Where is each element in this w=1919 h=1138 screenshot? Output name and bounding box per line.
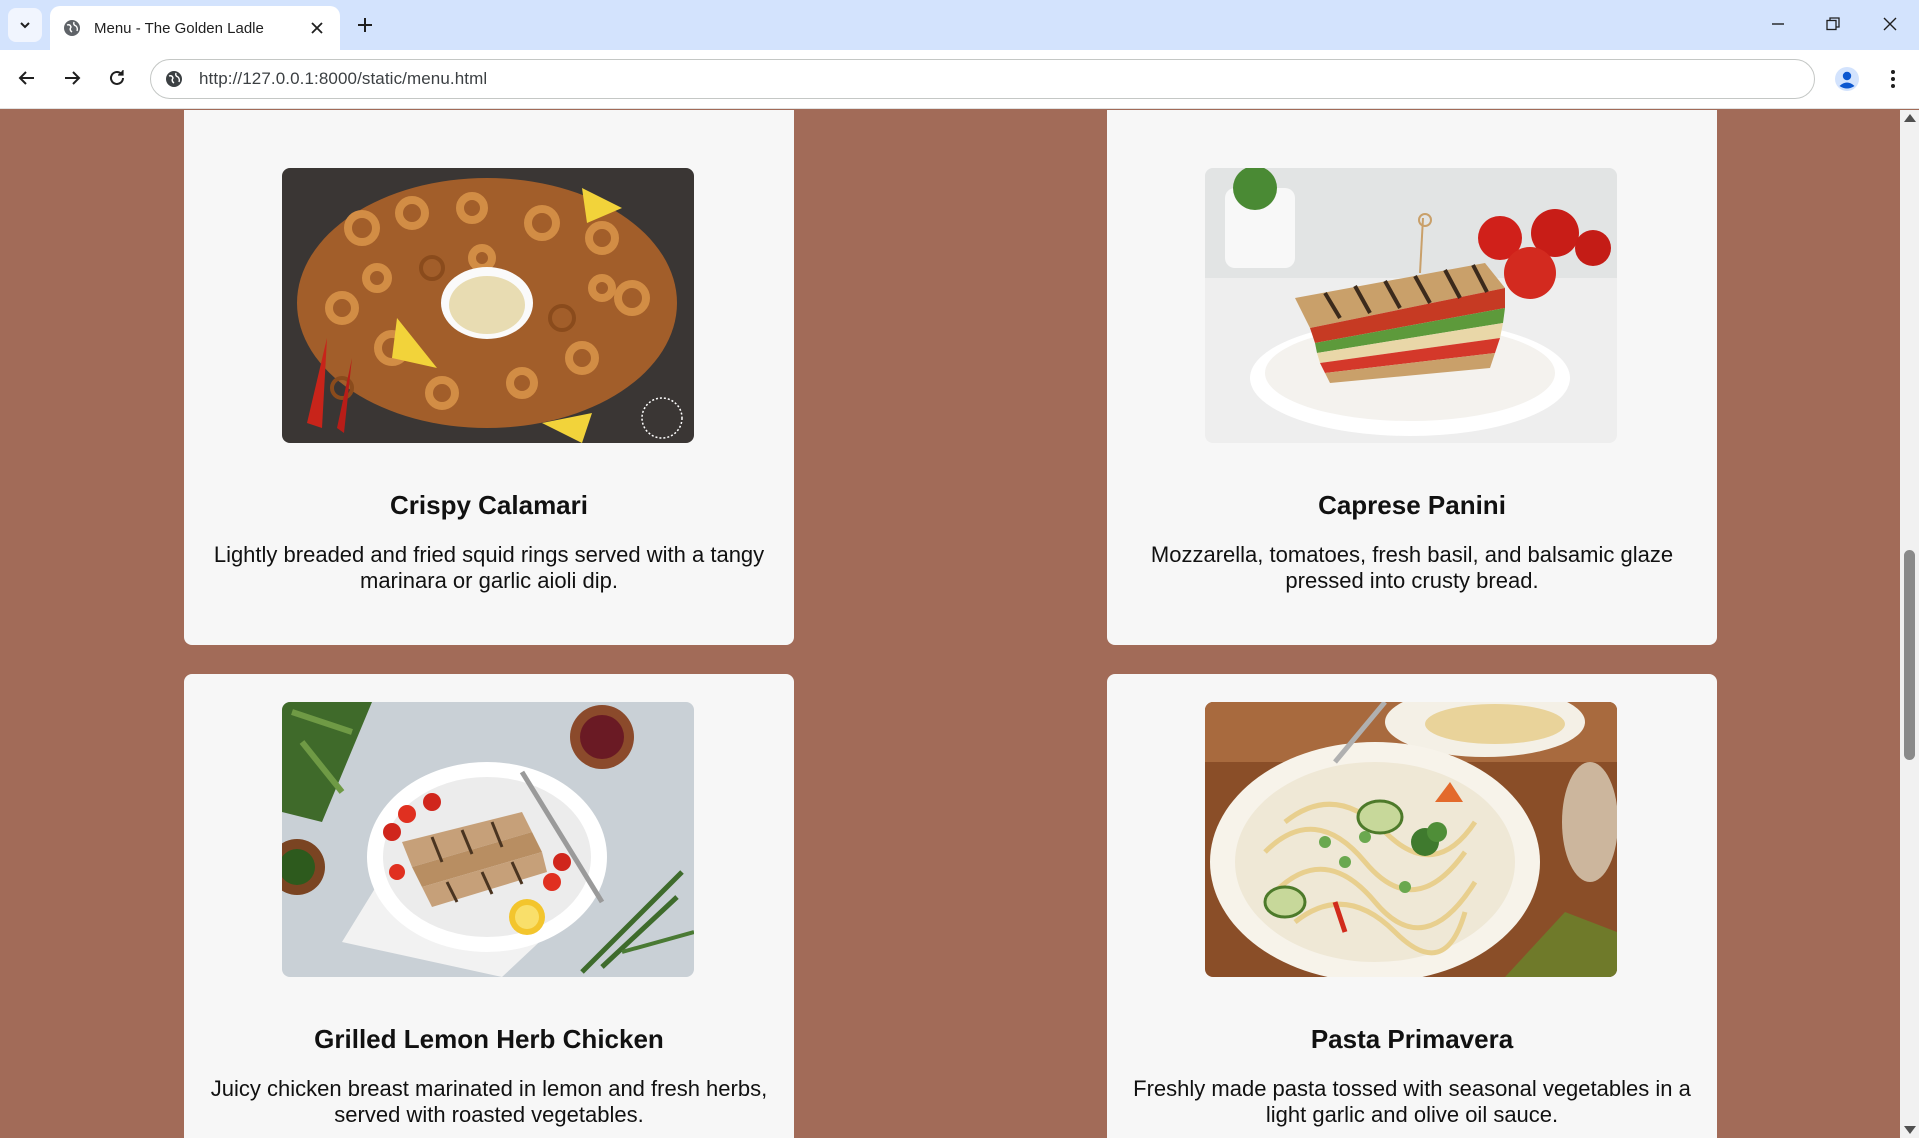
scroll-down-arrow-icon[interactable] <box>1904 1126 1916 1134</box>
active-tab[interactable]: Menu - The Golden Ladle <box>50 6 340 50</box>
scrollbar-thumb[interactable] <box>1904 550 1915 760</box>
minimize-button[interactable] <box>1756 5 1800 43</box>
back-button[interactable] <box>10 61 44 95</box>
plus-icon <box>358 18 372 32</box>
dish-description: Juicy chicken breast marinated in lemon … <box>210 1076 768 1127</box>
globe-icon <box>62 18 82 38</box>
tab-strip: Menu - The Golden Ladle <box>0 0 1919 50</box>
reload-icon <box>110 70 124 85</box>
page-scrollbar[interactable] <box>1900 110 1919 1138</box>
dish-description: Freshly made pasta tossed with seasonal … <box>1133 1076 1691 1127</box>
menu-card: Caprese Panini Mozzarella, tomatoes, fre… <box>1107 140 1717 645</box>
arrow-left-icon <box>18 71 34 85</box>
site-info-icon[interactable] <box>163 68 185 90</box>
dish-image-chicken <box>282 702 694 977</box>
minimize-icon <box>1772 23 1784 25</box>
dish-image-pasta <box>1205 702 1617 977</box>
close-tab-icon[interactable] <box>306 17 328 39</box>
close-icon <box>1883 17 1897 31</box>
restore-icon <box>1826 17 1840 31</box>
scroll-up-arrow-icon[interactable] <box>1904 114 1916 122</box>
reload-button[interactable] <box>100 61 134 95</box>
close-window-button[interactable] <box>1868 5 1912 43</box>
arrow-right-icon <box>65 71 81 85</box>
forward-button[interactable] <box>55 61 89 95</box>
more-vertical-icon <box>1891 70 1895 88</box>
dish-name: Crispy Calamari <box>390 490 588 520</box>
menu-card: Grilled Lemon Herb Chicken Juicy chicken… <box>184 674 794 1138</box>
profile-icon <box>1835 67 1859 91</box>
address-bar[interactable]: http://127.0.0.1:8000/static/menu.html <box>150 59 1815 99</box>
menu-card: Crispy Calamari Lightly breaded and frie… <box>184 140 794 645</box>
browser-toolbar: http://127.0.0.1:8000/static/menu.html <box>0 50 1919 109</box>
menu-card: Pasta Primavera Freshly made pasta tosse… <box>1107 674 1717 1138</box>
dish-name: Pasta Primavera <box>1310 1024 1514 1054</box>
dish-description: Lightly breaded and fried squid rings se… <box>213 542 765 593</box>
tab-title: Menu - The Golden Ladle <box>94 19 264 37</box>
dish-image-panini <box>1205 168 1617 443</box>
tab-search-button[interactable] <box>8 8 42 42</box>
dish-image-calamari <box>282 168 694 443</box>
url-text: http://127.0.0.1:8000/static/menu.html <box>199 69 488 88</box>
dish-name: Grilled Lemon Herb Chicken <box>314 1024 664 1054</box>
page-viewport: Crispy Calamari Lightly breaded and frie… <box>0 110 1900 1138</box>
restore-button[interactable] <box>1811 5 1855 43</box>
new-tab-button[interactable] <box>350 10 380 40</box>
profile-button[interactable] <box>1830 62 1864 96</box>
dish-description: Mozzarella, tomatoes, fresh basil, and b… <box>1150 542 1674 593</box>
dish-name: Caprese Panini <box>1318 490 1506 520</box>
chevron-down-icon <box>20 22 30 29</box>
browser-menu-button[interactable] <box>1876 62 1910 96</box>
